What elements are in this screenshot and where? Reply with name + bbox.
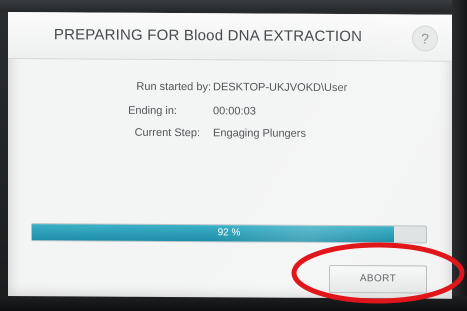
photo-of-instrument-screen: PREPARING FOR Blood DNA EXTRACTION ? Run… [0, 0, 467, 311]
highlight-annotation [291, 242, 465, 304]
red-circle-annotation [291, 242, 465, 304]
